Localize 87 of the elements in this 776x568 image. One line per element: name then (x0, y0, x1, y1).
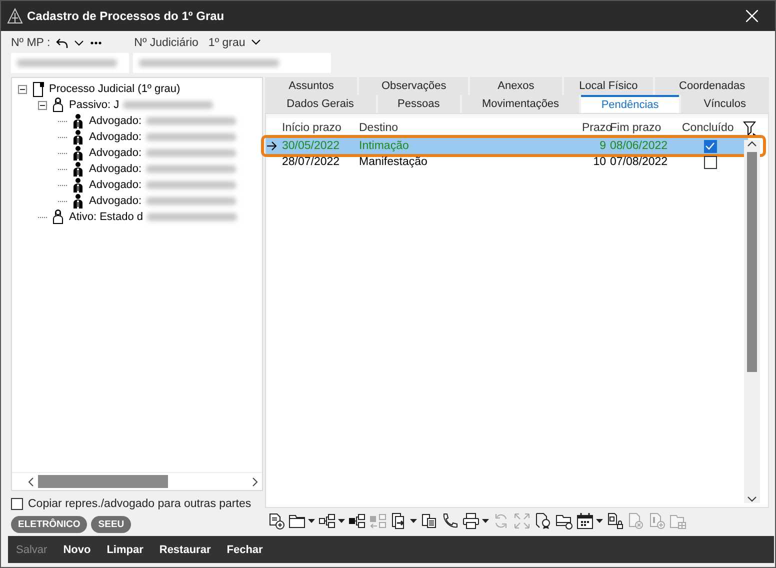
tree-item[interactable]: Advogado: (89, 147, 142, 159)
collapse-icon[interactable] (38, 100, 47, 110)
filter-icon (743, 121, 757, 137)
document-add-icon[interactable] (267, 512, 285, 530)
tree-item[interactable]: Advogado: (89, 163, 142, 175)
grau-label: 1º grau (208, 37, 246, 49)
judicial-number-label: Nº Judiciário (134, 37, 198, 49)
dropdown-caret-icon[interactable] (410, 519, 417, 523)
horizontal-scrollbar[interactable] (12, 472, 262, 490)
folder-clock-icon[interactable] (555, 512, 573, 530)
person-tie-icon (71, 129, 85, 145)
vertical-scrollbar[interactable] (744, 140, 760, 503)
person-tie-icon (71, 113, 85, 129)
clipboard-icon[interactable] (420, 512, 438, 530)
scroll-down-icon (747, 495, 757, 503)
tab[interactable]: Observações (359, 77, 468, 95)
collapse-icon[interactable] (18, 84, 27, 94)
tab[interactable]: Vínculos (680, 95, 769, 113)
arrow-right-icon (266, 141, 278, 151)
column-header[interactable]: Destino (359, 122, 582, 134)
dropdown-caret-icon[interactable] (308, 519, 315, 523)
tab[interactable]: Local Físico (564, 77, 654, 95)
more-icon (90, 41, 102, 45)
tree-item[interactable]: Advogado: (89, 131, 142, 143)
judicial-number-field[interactable] (133, 53, 331, 73)
document-icon (31, 81, 45, 97)
tree-item[interactable]: Passivo: J (69, 99, 120, 111)
document-lock-icon[interactable] (606, 512, 624, 530)
tab[interactable]: Anexos (470, 77, 562, 95)
table-cell-text: 07/08/2022 (610, 156, 669, 168)
tab[interactable]: Coordenadas (655, 77, 769, 95)
tab[interactable]: Pessoas (378, 95, 460, 113)
dropdown-caret-icon[interactable] (482, 519, 489, 523)
footer-button[interactable]: Limpar (106, 544, 144, 556)
tree-item[interactable]: Processo Judicial (1º grau) (49, 83, 180, 95)
system-badge: ELETRÔNICO (11, 516, 88, 532)
chevron-down-icon (251, 39, 262, 47)
chevron-down-icon (74, 39, 84, 47)
table-cell-text: 10 (592, 156, 607, 168)
person-tie-icon (71, 177, 85, 193)
certificate-icon[interactable] (534, 512, 552, 530)
table-cell-text: Manifestação (359, 156, 428, 168)
mp-number-field[interactable] (11, 53, 129, 73)
tree-item[interactable]: Advogado: (89, 179, 142, 191)
footer-button[interactable]: Restaurar (159, 544, 211, 556)
tree-icon[interactable] (348, 512, 366, 530)
logo-icon (7, 8, 23, 24)
tree-item[interactable]: Advogado: (89, 195, 142, 207)
phone-icon[interactable] (441, 512, 459, 530)
person-tie-icon (71, 161, 85, 177)
table-cell-text: 28/07/2022 (282, 156, 341, 168)
column-header[interactable]: Prazo (582, 122, 610, 134)
column-header[interactable]: Fim prazo (610, 122, 682, 134)
person-icon (51, 209, 65, 225)
checkbox[interactable] (11, 498, 23, 510)
table-cell-text: Intimação (359, 140, 410, 152)
tab[interactable]: Dados Gerais (265, 95, 376, 113)
checkbox-label: Copiar repres./advogado para outras partes (28, 498, 252, 510)
scroll-up-icon (747, 140, 757, 148)
printer-icon[interactable] (462, 512, 480, 530)
dropdown-caret-icon[interactable] (596, 519, 603, 523)
checkbox[interactable] (704, 156, 716, 168)
window-title: Cadastro de Processos do 1º Grau (27, 9, 226, 23)
column-header[interactable]: Início prazo (282, 122, 359, 134)
person-icon (51, 97, 65, 113)
tab[interactable]: Assuntos (265, 77, 358, 95)
table-cell-text: 08/06/2022 (610, 140, 669, 152)
column-header[interactable]: Concluído (682, 122, 738, 134)
system-badge: SEEU (91, 516, 132, 532)
tree-icon[interactable] (318, 512, 336, 530)
table-cell-text: 9 (598, 140, 607, 152)
person-tie-icon (71, 193, 85, 209)
tree-item[interactable]: Advogado: (89, 115, 142, 127)
tree-item[interactable]: Ativo: Estado d (69, 211, 143, 223)
mp-label: Nº MP : (11, 37, 50, 49)
person-tie-icon (71, 145, 85, 161)
close-icon (746, 10, 758, 22)
undo-icon (56, 38, 68, 48)
table-cell-text: 30/05/2022 (282, 140, 341, 152)
checkbox[interactable] (704, 140, 716, 152)
dropdown-caret-icon[interactable] (338, 519, 345, 523)
footer-button[interactable]: Novo (63, 544, 91, 556)
footer-button[interactable]: Fechar (226, 544, 263, 556)
folder-icon[interactable] (288, 512, 306, 530)
tab[interactable]: Movimentações (462, 95, 580, 113)
tab[interactable]: Pendências (581, 95, 679, 113)
calendar-icon[interactable] (576, 512, 594, 530)
